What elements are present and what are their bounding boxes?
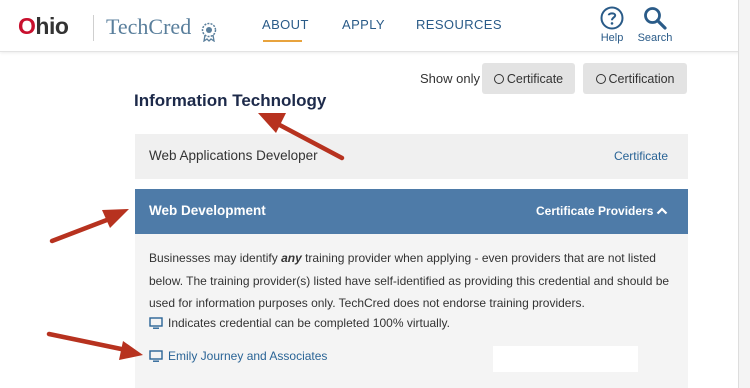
site-header: Ohio TechCred ABOUT APPLY RESOURCES Help… bbox=[0, 0, 750, 52]
search-icon bbox=[644, 7, 667, 30]
credential-row-web-applications-developer[interactable]: Web Applications Developer Certificate bbox=[135, 134, 688, 179]
provider-link[interactable]: Emily Journey and Associates bbox=[149, 349, 327, 363]
monitor-icon bbox=[149, 350, 163, 362]
logo-divider bbox=[93, 15, 94, 41]
search-button[interactable]: Search bbox=[636, 6, 674, 44]
filter-certification-label: Certification bbox=[608, 71, 675, 86]
help-button[interactable]: Help bbox=[597, 6, 627, 44]
nav-apply[interactable]: APPLY bbox=[342, 17, 385, 32]
nav-about[interactable]: ABOUT bbox=[262, 17, 309, 32]
techcred-logo[interactable]: TechCred bbox=[106, 14, 191, 40]
credential-name: Web Development bbox=[149, 203, 266, 218]
credential-type: Certificate Providers bbox=[536, 204, 654, 218]
radio-icon bbox=[493, 73, 504, 84]
ohio-logo[interactable]: Ohio bbox=[18, 13, 69, 40]
window-scrollbar[interactable] bbox=[738, 0, 750, 388]
credential-type: Certificate bbox=[613, 149, 668, 163]
monitor-icon bbox=[149, 317, 163, 330]
filter-certificate-label: Certificate bbox=[506, 71, 564, 86]
chevron-up-icon[interactable] bbox=[656, 206, 668, 216]
credential-row-web-development[interactable]: Web Development Certificate Providers bbox=[135, 189, 688, 234]
credential-name: Web Applications Developer bbox=[149, 148, 318, 163]
help-icon bbox=[600, 6, 624, 30]
credential-details-panel: Businesses may identify any training pro… bbox=[135, 234, 688, 388]
seal-icon bbox=[201, 22, 217, 42]
nav-resources[interactable]: RESOURCES bbox=[416, 17, 502, 32]
filter-certificate-button[interactable]: Certificate bbox=[482, 63, 575, 94]
radio-icon bbox=[595, 73, 606, 84]
provider-name: Emily Journey and Associates bbox=[168, 349, 328, 363]
search-label: Search bbox=[637, 32, 673, 44]
filter-certification-button[interactable]: Certification bbox=[583, 63, 687, 94]
provider-contact-box bbox=[493, 346, 638, 372]
page-title: Information Technology bbox=[134, 91, 327, 110]
annotation-arrow bbox=[46, 331, 143, 360]
virtual-note: Indicates credential can be completed 10… bbox=[149, 312, 679, 335]
nav-active-indicator bbox=[263, 40, 302, 42]
help-label: Help bbox=[600, 32, 624, 44]
show-only-label: Show only bbox=[420, 71, 480, 86]
annotation-arrow bbox=[49, 209, 129, 244]
provider-disclaimer: Businesses may identify any training pro… bbox=[149, 251, 670, 310]
